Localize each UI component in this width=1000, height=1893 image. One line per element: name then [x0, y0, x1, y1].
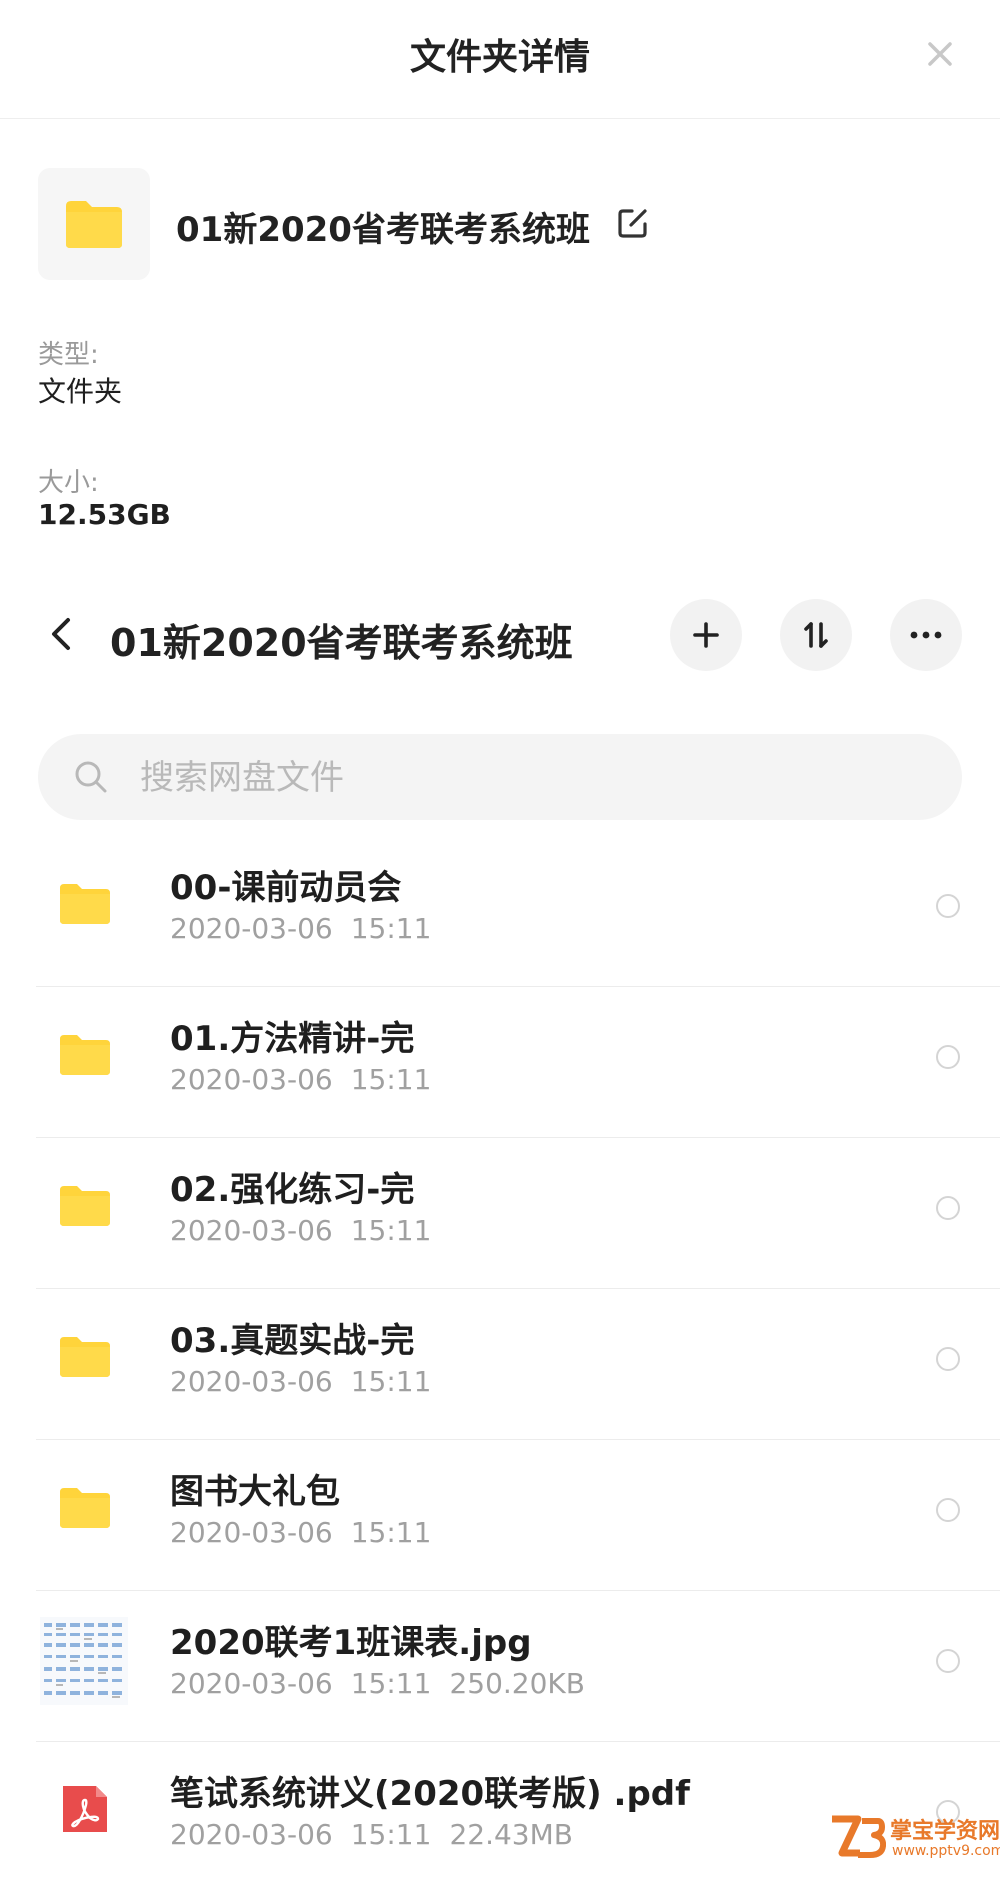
file-time: 15:11 [350, 1365, 432, 1398]
chevron-left-icon [52, 618, 70, 650]
file-date: 2020-03-06 [170, 1214, 333, 1247]
file-list-item[interactable]: 00-课前动员会 2020-03-06 15:11 [0, 836, 1000, 987]
folder-icon [60, 1035, 110, 1075]
file-date: 2020-03-06 [170, 1063, 333, 1096]
file-name: 01.方法精讲-完 [170, 1019, 415, 1059]
add-button[interactable] [670, 599, 742, 671]
file-name: 00-课前动员会 [170, 868, 402, 908]
folder-navbar: 01新2020省考联考系统班 [0, 590, 1000, 680]
file-time: 15:11 [350, 1516, 432, 1549]
back-button[interactable] [40, 612, 84, 656]
file-meta: 2020-03-06 15:11 22.43MB [170, 1818, 573, 1851]
folder-icon [60, 1186, 110, 1226]
folder-icon [60, 1337, 110, 1377]
plus-icon [693, 622, 719, 648]
select-checkbox[interactable] [936, 1196, 960, 1220]
watermark-logo-icon [832, 1815, 886, 1858]
site-watermark: 掌宝学资网 www.pptv9.com [828, 1811, 1000, 1871]
more-button[interactable] [890, 599, 962, 671]
sort-icon [804, 622, 828, 648]
dialog-title: 文件夹详情 [409, 37, 590, 78]
image-thumbnail-icon [40, 1617, 128, 1705]
file-list-item[interactable]: 02.强化练习-完 2020-03-06 15:11 [0, 1138, 1000, 1289]
folder-name: 01新2020省考联考系统班 [176, 210, 590, 250]
file-list-item[interactable]: 图书大礼包 2020-03-06 15:11 [0, 1440, 1000, 1591]
file-name: 2020联考1班课表.jpg [170, 1623, 532, 1663]
file-meta: 2020-03-06 15:11 [170, 1516, 431, 1549]
file-time: 15:11 [350, 1667, 432, 1700]
search-icon [75, 761, 107, 793]
file-date: 2020-03-06 [170, 1365, 333, 1398]
close-icon [928, 42, 952, 66]
pdf-icon [63, 1786, 107, 1832]
watermark-url: www.pptv9.com [892, 1843, 1000, 1859]
file-meta: 2020-03-06 15:11 [170, 1365, 431, 1398]
sort-button[interactable] [780, 599, 852, 671]
file-list-item[interactable]: 2020联考1班课表.jpg 2020-03-06 15:11 250.20KB [0, 1591, 1000, 1742]
file-time: 15:11 [350, 912, 432, 945]
file-list-item[interactable]: 01.方法精讲-完 2020-03-06 15:11 [0, 987, 1000, 1138]
file-time: 15:11 [350, 1214, 432, 1247]
file-list: 00-课前动员会 2020-03-06 15:11 01.方法精讲-完 2020-… [0, 836, 1000, 1893]
more-icon [910, 631, 942, 639]
current-folder-title: 01新2020省考联考系统班 [110, 621, 573, 665]
file-name: 图书大礼包 [170, 1472, 340, 1512]
watermark-name: 掌宝学资网 [890, 1819, 1000, 1844]
close-button[interactable] [920, 34, 960, 74]
file-time: 15:11 [350, 1063, 432, 1096]
file-name: 03.真题实战-完 [170, 1321, 415, 1361]
file-date: 2020-03-06 [170, 1818, 333, 1851]
edit-icon [618, 209, 647, 238]
file-meta: 2020-03-06 15:11 [170, 912, 431, 945]
file-size: 250.20KB [449, 1667, 585, 1700]
folder-icon [66, 201, 122, 248]
file-name: 02.强化练习-完 [170, 1170, 415, 1210]
file-date: 2020-03-06 [170, 1667, 333, 1700]
dialog-header: 文件夹详情 [0, 0, 1000, 119]
file-date: 2020-03-06 [170, 1516, 333, 1549]
file-size: 22.43MB [449, 1818, 573, 1851]
select-checkbox[interactable] [936, 894, 960, 918]
file-meta: 2020-03-06 15:11 250.20KB [170, 1667, 585, 1700]
type-label: 类型: [38, 340, 99, 370]
file-list-item[interactable]: 03.真题实战-完 2020-03-06 15:11 [0, 1289, 1000, 1440]
size-value: 12.53GB [38, 498, 171, 531]
file-time: 15:11 [350, 1818, 432, 1851]
select-checkbox[interactable] [936, 1649, 960, 1673]
folder-icon [60, 1488, 110, 1528]
search-bar[interactable] [38, 734, 962, 820]
folder-thumbnail [38, 168, 150, 280]
file-meta: 2020-03-06 15:11 [170, 1214, 431, 1247]
select-checkbox[interactable] [936, 1347, 960, 1371]
rename-button[interactable] [614, 204, 652, 242]
type-value: 文件夹 [38, 375, 123, 408]
folder-icon [60, 884, 110, 924]
file-meta: 2020-03-06 15:11 [170, 1063, 431, 1096]
size-label: 大小: [38, 468, 99, 498]
select-checkbox[interactable] [936, 1045, 960, 1069]
search-input[interactable] [138, 744, 922, 812]
select-checkbox[interactable] [936, 1498, 960, 1522]
file-date: 2020-03-06 [170, 912, 333, 945]
file-name: 笔试系统讲义(2020联考版) .pdf [170, 1774, 690, 1814]
